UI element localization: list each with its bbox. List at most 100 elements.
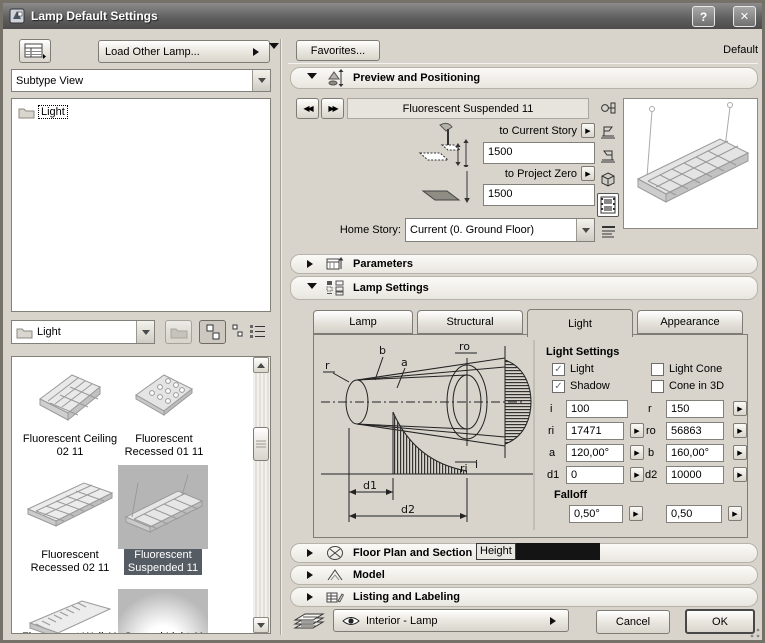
tree-item-light[interactable]: Light: [18, 105, 68, 119]
thumb-label[interactable]: Fluorescent Recessed 02 11: [18, 549, 122, 575]
list-view-toggle[interactable]: [249, 323, 269, 341]
tab-structural[interactable]: Structural: [417, 310, 523, 334]
thumb-fluorescent-recessed-02[interactable]: [22, 473, 118, 536]
field-r-input[interactable]: 150: [666, 400, 724, 418]
falloff-menu-button-2[interactable]: [728, 506, 742, 521]
cancel-button[interactable]: Cancel: [596, 610, 670, 634]
favorites-button[interactable]: Favorites...: [296, 40, 380, 61]
lamp-thumbnail-image: [39, 374, 101, 422]
help-icon[interactable]: [692, 6, 715, 27]
field-b-input[interactable]: 160,00°: [666, 444, 724, 462]
section-lamp-settings[interactable]: Lamp Settings: [290, 276, 758, 300]
shadow-checkbox[interactable]: ✓: [552, 380, 565, 393]
light-cone-checkbox-label: Light Cone: [669, 363, 723, 375]
divider-line: [288, 63, 758, 64]
field-ro-input[interactable]: 56863: [666, 422, 724, 440]
field-r-menu-button[interactable]: [733, 401, 747, 416]
section-title: Floor Plan and Section: [353, 547, 473, 559]
view-3d-icon[interactable]: [600, 171, 617, 188]
small-icons-toggle[interactable]: [231, 323, 247, 341]
title-bar[interactable]: Lamp Default Settings: [3, 3, 762, 29]
scroll-up-icon[interactable]: [253, 357, 269, 373]
thumb-label[interactable]: Fluorescent Wall 11: [18, 631, 122, 633]
thumb-general-light[interactable]: [118, 589, 208, 633]
close-icon[interactable]: [733, 6, 756, 27]
chevron-down-icon[interactable]: [136, 321, 154, 343]
tab-lamp[interactable]: Lamp: [313, 310, 413, 334]
layer-selector-button[interactable]: Interior - Lamp: [333, 609, 569, 632]
scroll-down-icon[interactable]: [253, 617, 269, 633]
field-d1-input[interactable]: 0: [566, 466, 624, 484]
subtype-tree[interactable]: Light: [11, 98, 271, 312]
thumb-fluorescent-ceiling-02[interactable]: [28, 363, 108, 432]
thumb-fluorescent-recessed-01[interactable]: [124, 365, 202, 430]
lamp-thumbnail-list[interactable]: Fluorescent Ceiling 02 11 Fluorescent Re…: [11, 356, 271, 634]
section-parameters[interactable]: Parameters: [290, 254, 758, 274]
field-d2-label: d2: [645, 469, 658, 481]
list-scrollbar[interactable]: [253, 357, 270, 633]
field-ri-menu-button[interactable]: [630, 423, 644, 438]
thumb-label[interactable]: General Light 11: [120, 631, 208, 633]
front-view-icon[interactable]: [600, 123, 617, 140]
preview-picture-toggle[interactable]: [597, 193, 619, 217]
thumb-label[interactable]: Fluorescent Recessed 01 11: [120, 433, 208, 459]
object-preview-image: [623, 98, 758, 229]
field-a-menu-button[interactable]: [630, 445, 644, 460]
light-checkbox[interactable]: ✓: [552, 363, 565, 376]
falloff-input-2[interactable]: 0,50: [666, 505, 722, 523]
browser-mode-button[interactable]: [19, 39, 51, 63]
tab-appearance[interactable]: Appearance: [637, 310, 743, 334]
resize-grip[interactable]: [750, 628, 760, 638]
section-preview-positioning[interactable]: Preview and Positioning: [290, 67, 758, 89]
light-cone-checkbox[interactable]: [651, 363, 664, 376]
to-project-zero-menu-button[interactable]: [581, 166, 595, 181]
field-b-menu-button[interactable]: [733, 445, 747, 460]
to-current-story-input[interactable]: 1500: [483, 142, 595, 164]
description-icon[interactable]: [600, 223, 617, 240]
subtype-view-dropdown[interactable]: Subtype View: [11, 69, 271, 92]
field-i-input[interactable]: 100: [566, 400, 628, 418]
field-d1-menu-button[interactable]: [630, 467, 644, 482]
field-d2-menu-button[interactable]: [733, 467, 747, 482]
large-icons-toggle[interactable]: [199, 320, 226, 344]
tooltip-text: Height: [476, 543, 516, 560]
section-listing[interactable]: Listing and Labeling: [290, 587, 758, 607]
section-model[interactable]: Model: [290, 565, 758, 585]
previous-object-button[interactable]: ◀◀: [296, 98, 319, 119]
next-object-button[interactable]: ▶▶: [321, 98, 344, 119]
side-view-icon[interactable]: [600, 147, 617, 164]
thumb-label-selected[interactable]: Fluorescent Suspended 11: [124, 549, 202, 575]
collapse-panel-icon[interactable]: [269, 43, 279, 54]
field-ro-menu-button[interactable]: [733, 423, 747, 438]
scrollbar-thumb[interactable]: [253, 427, 269, 461]
home-story-dropdown[interactable]: Current (0. Ground Floor): [405, 218, 595, 242]
subtype-view-value: Subtype View: [16, 74, 84, 87]
eye-icon: [342, 616, 360, 625]
chevron-down-icon[interactable]: [252, 70, 270, 91]
thumb-fluorescent-suspended-selected[interactable]: [118, 465, 208, 549]
symbol-2d-icon[interactable]: [600, 99, 617, 116]
thumb-fluorescent-wall[interactable]: [24, 593, 116, 633]
folder-up-button[interactable]: [165, 320, 192, 344]
folder-up-icon: [170, 328, 187, 339]
folder-dropdown[interactable]: Light: [11, 320, 155, 344]
to-project-zero-input[interactable]: 1500: [483, 184, 595, 206]
field-ri-input[interactable]: 17471: [566, 422, 624, 440]
thumb-label[interactable]: Fluorescent Ceiling 02 11: [18, 433, 122, 459]
section-expanded-icon: [307, 282, 317, 294]
chevron-down-icon[interactable]: [576, 219, 594, 241]
field-a-input[interactable]: 120,00°: [566, 444, 624, 462]
tab-light[interactable]: Light: [527, 309, 633, 337]
section-title: Lamp Settings: [353, 282, 429, 294]
falloff-input-1[interactable]: 0,50°: [569, 505, 623, 523]
falloff-menu-button-1[interactable]: [629, 506, 643, 521]
light-settings-title: Light Settings: [546, 346, 620, 358]
field-d2-input[interactable]: 10000: [666, 466, 724, 484]
floor-plan-icon: [325, 544, 345, 562]
home-story-value: Current (0. Ground Floor): [410, 224, 535, 236]
load-other-lamp-button[interactable]: Load Other Lamp...: [98, 40, 270, 63]
panel-divider[interactable]: [280, 39, 282, 635]
to-current-story-menu-button[interactable]: [581, 123, 595, 138]
ok-button[interactable]: OK: [685, 609, 755, 634]
cone-in-3d-checkbox[interactable]: [651, 380, 664, 393]
